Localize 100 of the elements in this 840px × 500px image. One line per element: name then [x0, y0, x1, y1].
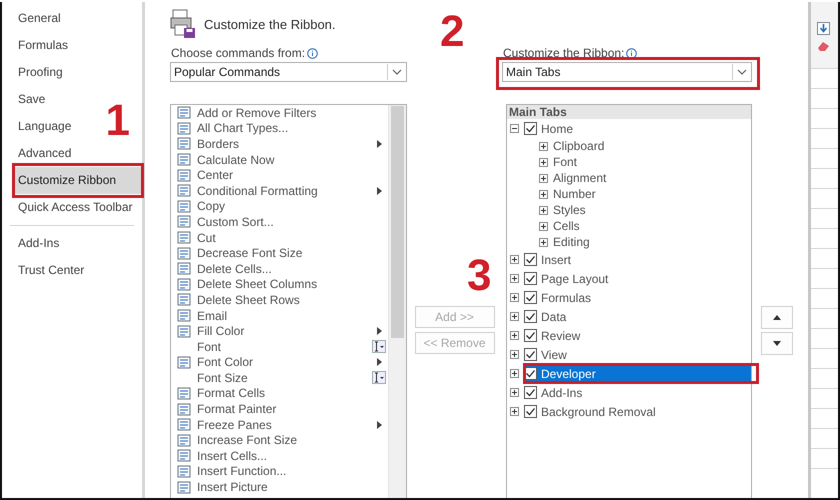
commands-dropdown[interactable]: Popular Commands	[170, 62, 407, 82]
down-arrow-icon[interactable]	[817, 22, 830, 35]
expand-icon[interactable]	[510, 312, 519, 321]
tree-item[interactable]: Cells	[552, 218, 751, 234]
checkbox[interactable]	[524, 329, 537, 342]
expand-icon[interactable]	[510, 255, 519, 264]
list-item[interactable]: Email	[171, 308, 388, 324]
command-icon	[177, 464, 191, 478]
list-item[interactable]: Insert Function...	[171, 464, 388, 480]
list-item[interactable]: Calculate Now	[171, 152, 388, 168]
sidebar-item[interactable]: Add-Ins	[2, 230, 66, 257]
expand-icon[interactable]	[510, 331, 519, 340]
checkbox[interactable]	[524, 386, 537, 399]
tree-item[interactable]: Editing	[552, 234, 751, 250]
sidebar-item[interactable]: Quick Access Toolbar	[2, 194, 138, 221]
list-item[interactable]: Cut	[171, 230, 388, 246]
command-icon	[177, 153, 191, 166]
submenu-arrow-icon	[376, 358, 382, 366]
checkbox[interactable]	[524, 405, 537, 418]
sidebar-item[interactable]: Formulas	[2, 32, 74, 59]
expand-icon[interactable]	[510, 293, 519, 302]
expand-icon[interactable]	[510, 274, 519, 283]
list-item[interactable]: Custom Sort...	[171, 214, 388, 230]
ribbon-dropdown[interactable]: Main Tabs	[502, 62, 752, 82]
list-item[interactable]: Decrease Font Size	[171, 245, 388, 261]
checkbox[interactable]	[524, 272, 537, 285]
list-item[interactable]: Format Painter	[171, 401, 388, 417]
tree-item[interactable]: Background Removal	[523, 403, 751, 420]
collapse-icon[interactable]	[510, 124, 519, 133]
command-icon	[177, 262, 191, 276]
expand-icon[interactable]	[539, 174, 548, 182]
list-item[interactable]: Delete Sheet Columns	[171, 276, 388, 292]
list-item[interactable]: Font Size	[171, 370, 388, 386]
sidebar-item[interactable]: Advanced	[2, 140, 78, 167]
expand-icon[interactable]	[510, 388, 519, 397]
sidebar-item[interactable]: Proofing	[2, 59, 69, 86]
list-item[interactable]: All Chart Types...	[171, 120, 388, 136]
list-item[interactable]: Format Cells	[171, 386, 388, 402]
sidebar-item[interactable]: Customize Ribbon	[12, 167, 142, 194]
list-item[interactable]: Font	[171, 338, 388, 354]
checkbox[interactable]	[524, 253, 537, 266]
move-down-button[interactable]	[761, 332, 793, 355]
expand-icon[interactable]	[539, 158, 548, 166]
checkbox[interactable]	[524, 291, 537, 304]
sidebar-item[interactable]: Trust Center	[2, 257, 90, 284]
list-item[interactable]: Copy	[171, 198, 388, 214]
tree-item[interactable]: Page Layout	[523, 270, 751, 287]
submenu-arrow-icon	[376, 186, 382, 195]
command-icon	[177, 309, 191, 322]
tree-item[interactable]: Home	[523, 120, 751, 137]
list-item[interactable]: Conditional Formatting	[171, 182, 388, 199]
expand-icon[interactable]	[539, 142, 548, 150]
sidebar-item[interactable]: Language	[2, 113, 78, 140]
eraser-icon[interactable]	[817, 41, 830, 52]
expand-icon[interactable]	[539, 206, 548, 214]
expand-icon[interactable]	[539, 190, 548, 198]
tree-item[interactable]: View	[523, 346, 751, 363]
tree-item[interactable]: Clipboard	[552, 138, 751, 154]
list-item[interactable]: Font Color	[171, 354, 388, 370]
list-item[interactable]: Delete Cells...	[171, 260, 388, 277]
tree-item[interactable]: Review	[523, 327, 751, 344]
submenu-arrow-icon	[376, 140, 382, 148]
sidebar-item[interactable]: General	[2, 5, 67, 32]
expand-icon[interactable]	[539, 238, 548, 246]
list-item[interactable]: Freeze Panes	[171, 416, 388, 432]
list-item[interactable]: Insert Picture	[171, 479, 388, 495]
checkbox[interactable]	[524, 310, 537, 323]
info-icon	[626, 48, 638, 58]
list-item[interactable]: Fill Color	[171, 323, 388, 339]
command-icon	[177, 324, 191, 338]
list-item[interactable]: Delete Sheet Rows	[171, 292, 388, 308]
tree-item[interactable]: Formulas	[523, 289, 751, 306]
list-item[interactable]: Borders	[171, 136, 388, 152]
tree-item[interactable]: Data	[523, 308, 751, 325]
command-icon	[177, 278, 191, 291]
tree-item[interactable]: Add-Ins	[523, 384, 751, 401]
sidebar-item[interactable]: Save	[2, 86, 52, 113]
list-item[interactable]: Add or Remove Filters	[171, 105, 388, 121]
tree-item[interactable]: Font	[552, 154, 751, 170]
command-icon	[177, 122, 191, 135]
step-number: 3	[467, 256, 492, 296]
tree-item[interactable]: Alignment	[552, 170, 751, 186]
command-icon	[177, 231, 191, 244]
move-up-button[interactable]	[761, 306, 793, 329]
command-icon	[177, 246, 191, 260]
expand-icon[interactable]	[539, 222, 548, 230]
list-item[interactable]: Increase Font Size	[171, 432, 388, 448]
checkbox[interactable]	[524, 122, 537, 135]
tree-item[interactable]: Number	[552, 186, 751, 202]
tree-item[interactable]: Styles	[552, 202, 751, 218]
command-icon	[177, 356, 191, 369]
list-item[interactable]: Insert Cells...	[171, 448, 388, 464]
down-triangle-icon	[773, 341, 781, 346]
expand-icon[interactable]	[510, 350, 519, 359]
checkbox[interactable]	[524, 348, 537, 361]
list-item[interactable]: Center	[171, 167, 388, 183]
scrollbar-thumb[interactable]	[391, 106, 404, 338]
tree-item[interactable]: Insert	[523, 251, 751, 268]
expand-icon[interactable]	[510, 369, 519, 378]
expand-icon[interactable]	[510, 407, 519, 416]
